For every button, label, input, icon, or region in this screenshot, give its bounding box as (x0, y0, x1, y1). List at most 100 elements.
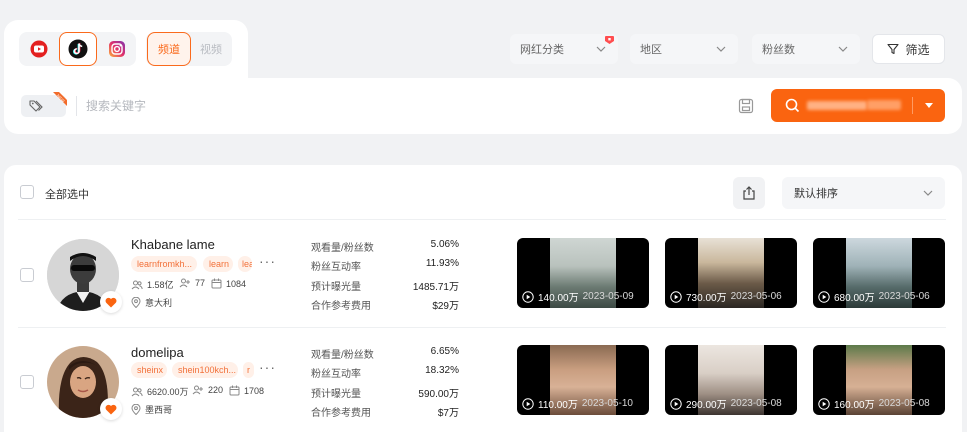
save-search-icon[interactable] (738, 98, 754, 114)
chevron-down-icon (838, 46, 848, 52)
more-tags-button[interactable]: ··· (259, 359, 276, 375)
region-select[interactable]: 地区 (630, 34, 738, 64)
chevron-down-icon (923, 190, 933, 196)
category-select-label: 网红分类 (520, 44, 564, 56)
row-checkbox[interactable] (20, 375, 34, 389)
video-meta: 730.00万 2023-05-06 (670, 289, 782, 304)
funnel-icon (887, 43, 900, 55)
heart-icon (105, 404, 117, 414)
category-select[interactable]: 网红分类 (510, 34, 618, 64)
play-icon (670, 290, 682, 303)
fans-count: 6620.00万 (147, 387, 189, 397)
views-fans-ratio: 5.06% (430, 239, 459, 250)
export-button[interactable] (733, 177, 765, 209)
caret-down-icon[interactable] (925, 103, 933, 108)
search-button-label-redacted (867, 100, 901, 110)
following-stat: 220 (192, 385, 223, 395)
search-input[interactable] (86, 94, 686, 118)
country: 墨西哥 (145, 405, 173, 415)
following-count: 77 (195, 278, 206, 288)
video-date: 2023-05-06 (878, 291, 930, 302)
posts-count: 1084 (226, 278, 247, 289)
country-stat: 墨西哥 (131, 403, 172, 416)
tag-icon (29, 100, 43, 112)
video-meta: 160.00万 2023-05-08 (818, 396, 930, 411)
platform-youtube[interactable] (20, 32, 58, 66)
video-thumbnail[interactable]: 290.00万 2023-05-08 (665, 345, 797, 415)
location-pin-icon (131, 297, 141, 308)
reference-fee: $29万 (432, 301, 459, 312)
divider (18, 219, 946, 220)
video-thumbnail[interactable]: 140.00万 2023-05-09 (517, 238, 649, 308)
metric-label: 粉丝互动率 (311, 369, 361, 380)
following-stat: 77 (179, 278, 205, 288)
views-fans-ratio: 6.65% (430, 346, 459, 357)
fans-stat: 6620.00万 (131, 385, 189, 398)
calendar-icon (211, 278, 222, 289)
posts-count: 1708 (244, 385, 265, 396)
video-date: 2023-05-06 (730, 291, 782, 302)
fans-select[interactable]: 粉丝数 (752, 34, 860, 64)
youtube-icon (30, 40, 48, 58)
following-count: 220 (208, 385, 224, 395)
estimated-exposure: 590.00万 (418, 389, 459, 400)
user-follow-icon (192, 385, 203, 395)
search-button-separator (912, 97, 913, 114)
export-icon (743, 186, 755, 200)
tag[interactable]: sheinx (131, 362, 167, 378)
tiktok-icon (68, 39, 88, 59)
more-tags-button[interactable]: ··· (259, 253, 276, 269)
posts-stat: 1084 (211, 278, 246, 289)
tag[interactable]: shein100kch... (172, 362, 238, 378)
country-stat: 意大利 (131, 296, 172, 309)
search-divider (76, 96, 77, 116)
tag[interactable]: lea (238, 256, 252, 272)
tab-channel[interactable]: 频道 (147, 32, 191, 66)
posts-stat: 1708 (229, 385, 264, 396)
favorite-button[interactable] (100, 291, 122, 313)
row-checkbox[interactable] (20, 268, 34, 282)
region-select-label: 地区 (640, 44, 662, 56)
video-meta: 290.00万 2023-05-08 (670, 396, 782, 411)
search-icon (785, 98, 800, 113)
video-views: 110.00万 (538, 400, 578, 411)
video-views: 160.00万 (834, 400, 875, 411)
user-follow-icon (179, 278, 190, 288)
video-thumbnail[interactable]: 160.00万 2023-05-08 (813, 345, 945, 415)
play-icon (818, 290, 830, 303)
filter-button[interactable]: 筛选 (872, 34, 945, 64)
video-views: 140.00万 (538, 293, 579, 304)
video-date: 2023-05-10 (581, 398, 633, 409)
select-all-label: 全部选中 (45, 189, 89, 201)
tag[interactable]: learnfromkh... (131, 256, 197, 272)
video-thumbnail[interactable]: 730.00万 2023-05-06 (665, 238, 797, 308)
metric-label: 粉丝互动率 (311, 262, 361, 273)
play-icon (522, 397, 534, 410)
location-pin-icon (131, 404, 141, 415)
platform-tiktok[interactable] (59, 32, 97, 66)
calendar-icon (229, 385, 240, 396)
tag[interactable]: r (243, 362, 254, 378)
video-thumbnail[interactable]: 110.00万 2023-05-10 (517, 345, 649, 415)
reference-fee: $7万 (437, 408, 459, 419)
instagram-icon (109, 41, 125, 57)
metric-label: 预计曝光量 (311, 282, 361, 293)
chevron-down-icon (716, 46, 726, 52)
sort-select[interactable]: 默认排序 (782, 177, 945, 209)
search-button-label-redacted (807, 101, 867, 110)
favorite-button[interactable] (100, 398, 122, 420)
influencer-name[interactable]: domelipa (131, 345, 184, 360)
video-views: 680.00万 (834, 293, 875, 304)
metric-label: 合作参考费用 (311, 408, 371, 419)
select-all-checkbox[interactable] (20, 185, 34, 199)
tab-video[interactable]: 视频 (189, 32, 233, 66)
video-date: 2023-05-09 (582, 291, 634, 302)
heart-icon (105, 297, 117, 307)
influencer-name[interactable]: Khabane lame (131, 237, 215, 252)
users-icon (131, 280, 143, 289)
filter-button-label: 筛选 (905, 42, 930, 57)
search-button[interactable] (771, 89, 945, 122)
tag[interactable]: learn (203, 256, 233, 272)
video-thumbnail[interactable]: 680.00万 2023-05-06 (813, 238, 945, 308)
platform-instagram[interactable] (98, 32, 136, 66)
